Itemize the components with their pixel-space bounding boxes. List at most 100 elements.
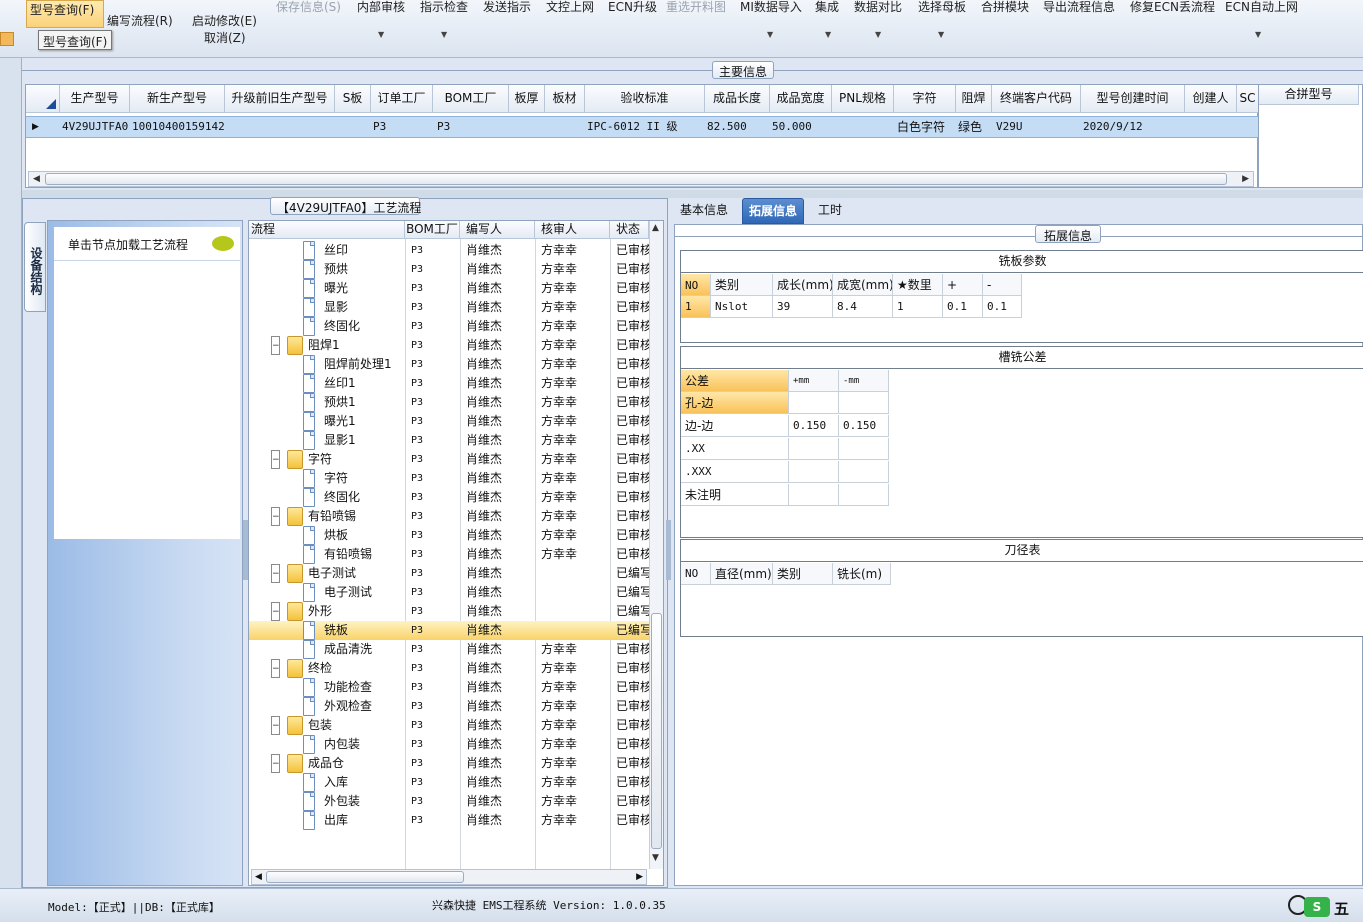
tree-node[interactable]: 烘板 P3 肖维杰 方幸幸 已审核 bbox=[249, 526, 649, 545]
tol-col-plus[interactable]: +mm bbox=[789, 370, 839, 392]
doc-control-online-button[interactable]: 文控上网 bbox=[546, 0, 594, 15]
grid-corner[interactable] bbox=[26, 85, 60, 113]
tree-node[interactable]: 铣板 P3 肖维杰 已编写 bbox=[249, 621, 649, 640]
scroll-thumb[interactable] bbox=[45, 173, 1227, 185]
tol-cell[interactable] bbox=[789, 461, 839, 483]
instruction-check-button[interactable]: 指示检查 bbox=[420, 0, 468, 15]
ime-mode[interactable]: 五 bbox=[1334, 898, 1349, 919]
tree-node[interactable]: 曝光1 P3 肖维杰 方幸幸 已审核 bbox=[249, 412, 649, 431]
write-flow-button[interactable]: 编写流程(R) bbox=[107, 12, 173, 29]
tol-row-label[interactable]: 边-边 bbox=[681, 415, 789, 437]
collapse-toggle-icon[interactable]: − bbox=[271, 336, 280, 355]
quick-access-icon[interactable] bbox=[0, 32, 14, 46]
milling-col-type[interactable]: 类别 bbox=[711, 274, 773, 296]
col-header-creator[interactable]: 创建人 bbox=[1185, 85, 1237, 113]
tree-node[interactable]: 出库 P3 肖维杰 方幸幸 已审核 bbox=[249, 811, 649, 830]
tol-row-label[interactable]: 未注明 bbox=[681, 484, 789, 506]
tree-col-writer[interactable]: 编写人 bbox=[460, 221, 535, 239]
milling-col-qty[interactable]: ★数里 bbox=[893, 274, 943, 296]
tree-node[interactable]: 显影 P3 肖维杰 方幸幸 已审核 bbox=[249, 298, 649, 317]
col-header-width[interactable]: 成品宽度 bbox=[770, 85, 832, 113]
tree-node[interactable]: − 包装 P3 肖维杰 方幸幸 已审核 bbox=[249, 716, 649, 735]
tree-node[interactable]: 电子测试 P3 肖维杰 已编写 bbox=[249, 583, 649, 602]
scroll-down-icon[interactable]: ▼ bbox=[652, 853, 659, 863]
col-header-solder-mask[interactable]: 阻焊 bbox=[956, 85, 992, 113]
data-compare-dropdown-icon[interactable]: ▼ bbox=[875, 30, 881, 39]
tree-node[interactable]: 显影1 P3 肖维杰 方幸幸 已审核 bbox=[249, 431, 649, 450]
collapse-toggle-icon[interactable]: − bbox=[271, 659, 280, 678]
model-query-button[interactable]: 型号查询(F) bbox=[26, 0, 104, 28]
cell-solder-mask[interactable]: 绿色 bbox=[958, 117, 982, 137]
ecn-auto-dropdown-icon[interactable]: ▼ bbox=[1255, 30, 1261, 39]
tree-node[interactable]: − 字符 P3 肖维杰 方幸幸 已审核 bbox=[249, 450, 649, 469]
internal-audit-button[interactable]: 内部审核 bbox=[357, 0, 405, 15]
tol-col-minus[interactable]: -mm bbox=[839, 370, 889, 392]
tree-node[interactable]: − 有铅喷锡 P3 肖维杰 方幸幸 已审核 bbox=[249, 507, 649, 526]
cell-new-model[interactable]: 10010400159142 bbox=[132, 117, 225, 137]
tol-cell[interactable] bbox=[789, 484, 839, 506]
tab-basic-info[interactable]: 基本信息 bbox=[674, 198, 734, 224]
cutter-col-mill-length[interactable]: 铣长(m) bbox=[833, 563, 891, 585]
tree-col-bom-factory[interactable]: BOM工厂 bbox=[405, 221, 460, 239]
tol-cell[interactable]: 0.150 bbox=[789, 415, 839, 437]
col-header-model[interactable]: 生产型号 bbox=[60, 85, 130, 113]
tree-node[interactable]: 终固化 P3 肖维杰 方幸幸 已审核 bbox=[249, 317, 649, 336]
tree-node[interactable]: 外观检查 P3 肖维杰 方幸幸 已审核 bbox=[249, 697, 649, 716]
collapse-toggle-icon[interactable]: − bbox=[271, 450, 280, 469]
collapse-toggle-icon[interactable]: − bbox=[271, 754, 280, 773]
tree-col-status[interactable]: 状态 bbox=[610, 221, 649, 239]
scroll-left-icon[interactable]: ◀ bbox=[255, 870, 262, 884]
tree-node[interactable]: 预烘1 P3 肖维杰 方幸幸 已审核 bbox=[249, 393, 649, 412]
data-compare-button[interactable]: 数据对比 bbox=[854, 0, 902, 15]
reselect-cutting-chart-button[interactable]: 重选开料图 bbox=[666, 0, 726, 15]
milling-cell-qty[interactable]: 1 bbox=[893, 296, 943, 318]
tree-node[interactable]: 入库 P3 肖维杰 方幸幸 已审核 bbox=[249, 773, 649, 792]
export-flow-info-button[interactable]: 导出流程信息 bbox=[1043, 0, 1115, 15]
cell-customer-code[interactable]: V29U bbox=[996, 117, 1023, 137]
col-header-new-model[interactable]: 新生产型号 bbox=[130, 85, 225, 113]
tree-vscrollbar[interactable]: ▲ ▼ bbox=[649, 221, 663, 869]
cell-bom-factory[interactable]: P3 bbox=[437, 117, 450, 137]
tab-extended-info[interactable]: 拓展信息 bbox=[742, 198, 805, 224]
tree-hscroll-thumb[interactable] bbox=[266, 871, 464, 883]
tree-col-flow[interactable]: 流程 bbox=[249, 221, 405, 239]
milling-col-minus[interactable]: - bbox=[983, 274, 1022, 296]
tree-node[interactable]: − 成品仓 P3 肖维杰 方幸幸 已审核 bbox=[249, 754, 649, 773]
internal-audit-dropdown-icon[interactable]: ▼ bbox=[378, 30, 384, 39]
tol-row-label[interactable]: .XXX bbox=[681, 461, 789, 483]
scroll-right-icon[interactable]: ▶ bbox=[636, 870, 643, 884]
scroll-right-icon[interactable]: ▶ bbox=[1242, 172, 1249, 186]
milling-col-no[interactable]: NO bbox=[681, 274, 711, 296]
tree-node[interactable]: 丝印1 P3 肖维杰 方幸幸 已审核 bbox=[249, 374, 649, 393]
tree-vscroll-thumb[interactable] bbox=[651, 613, 662, 849]
cell-create-time[interactable]: 2020/9/12 bbox=[1083, 117, 1143, 137]
col-header-customer-code[interactable]: 终端客户代码 bbox=[992, 85, 1081, 113]
col-header-thickness[interactable]: 板厚 bbox=[509, 85, 545, 113]
tree-node[interactable]: 曝光 P3 肖维杰 方幸幸 已审核 bbox=[249, 279, 649, 298]
col-header-order-factory[interactable]: 订单工厂 bbox=[371, 85, 433, 113]
col-header-pnl[interactable]: PNL规格 bbox=[832, 85, 894, 113]
repair-ecn-flow-button[interactable]: 修复ECN丢流程 bbox=[1130, 0, 1215, 15]
tree-node[interactable]: 预烘 P3 肖维杰 方幸幸 已审核 bbox=[249, 260, 649, 279]
tree-node[interactable]: 成品清洗 P3 肖维杰 方幸幸 已审核 bbox=[249, 640, 649, 659]
tol-cell[interactable] bbox=[789, 438, 839, 460]
tol-cell[interactable] bbox=[839, 438, 889, 460]
instruction-check-dropdown-icon[interactable]: ▼ bbox=[441, 30, 447, 39]
col-header-length[interactable]: 成品长度 bbox=[705, 85, 770, 113]
col-header-char[interactable]: 字符 bbox=[894, 85, 956, 113]
milling-col-width[interactable]: 成宽(mm) bbox=[833, 274, 893, 296]
milling-cell-no[interactable]: 1 bbox=[681, 296, 711, 318]
col-header-create-time[interactable]: 型号创建时间 bbox=[1081, 85, 1185, 113]
mi-import-dropdown-icon[interactable]: ▼ bbox=[767, 30, 773, 39]
tree-node[interactable]: 有铅喷锡 P3 肖维杰 方幸幸 已审核 bbox=[249, 545, 649, 564]
tree-node[interactable]: − 外形 P3 肖维杰 已编写 bbox=[249, 602, 649, 621]
collapse-toggle-icon[interactable]: − bbox=[271, 507, 280, 526]
col-header-s-board[interactable]: S板 bbox=[335, 85, 371, 113]
cell-length[interactable]: 82.500 bbox=[707, 117, 747, 137]
milling-col-length[interactable]: 成长(mm) bbox=[773, 274, 833, 296]
cell-model[interactable]: 4V29UJTFA0 bbox=[62, 117, 128, 137]
col-header-sc[interactable]: SC bbox=[1237, 85, 1259, 113]
tree-node[interactable]: − 终检 P3 肖维杰 方幸幸 已审核 bbox=[249, 659, 649, 678]
tab-work-hours[interactable]: 工时 bbox=[812, 198, 848, 224]
tol-cell[interactable] bbox=[839, 484, 889, 506]
